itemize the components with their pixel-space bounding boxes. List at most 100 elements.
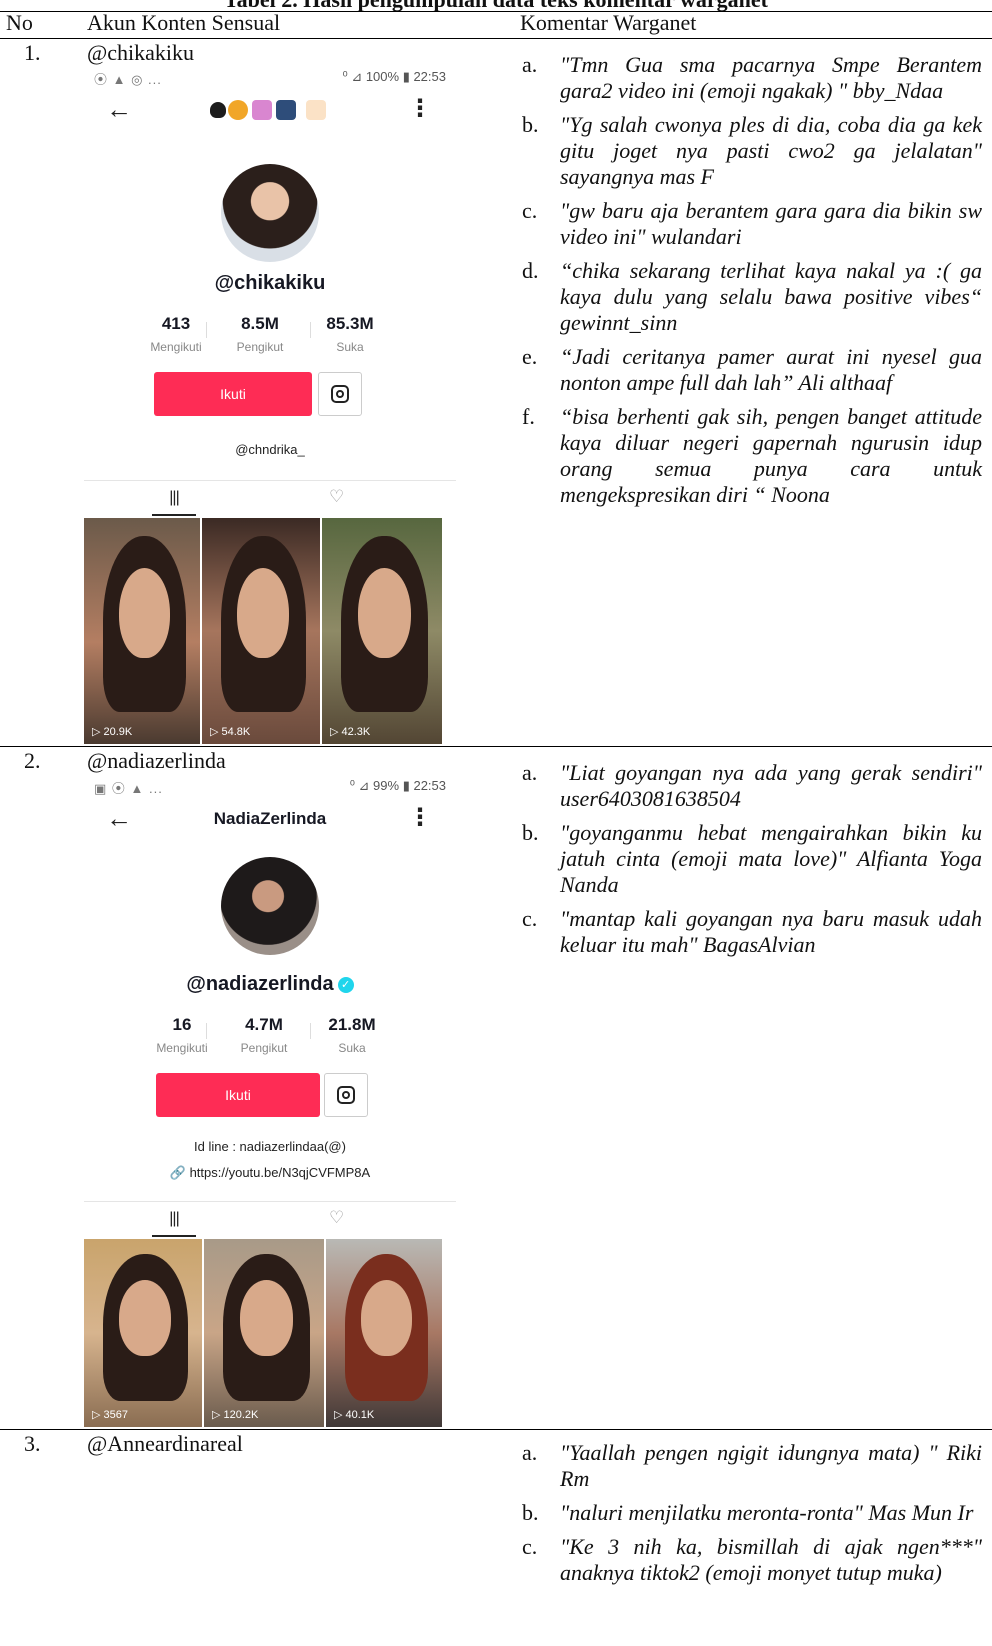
more-options-icon[interactable]: ⋮ (408, 803, 432, 832)
row-rule (0, 1429, 992, 1430)
comment-text: "Yaallah pengen ngigit idungnya mata) " … (560, 1440, 982, 1491)
comment-list: a. "Tmn Gua sma pacarnya Smpe Berantem ga… (520, 52, 982, 516)
comment-item: c. "gw baru aja berantem gara gara dia bi… (520, 198, 982, 250)
follow-button[interactable]: Ikuti (156, 1073, 320, 1117)
stat-label: Suka (336, 340, 364, 354)
view-count: ▷ 20.9K (92, 726, 133, 738)
comment-marker: a. (522, 1440, 538, 1465)
emoji-sticker-icon (252, 100, 272, 120)
status-icons-left: ▣ ⦿ ▲ ... (94, 781, 163, 796)
view-count: ▷ 42.3K (330, 726, 371, 738)
header-no: No (6, 10, 33, 35)
profile-nav: ← ⋮ (84, 92, 456, 132)
comment-marker: d. (522, 258, 539, 283)
comment-text: "Liat goyangan nya ada yang gerak sendir… (560, 760, 982, 811)
more-options-icon[interactable]: ⋮ (408, 94, 432, 123)
video-grid: ▷ 20.9K ▷ 54.8K ▷ 42.3K (84, 518, 456, 744)
emoji-face-icon (228, 100, 248, 120)
comment-marker: b. (522, 112, 539, 137)
profile-screenshot: ▣ ⦿ ▲ ... ⁰ ⊿ 99% ▮ 22:53 ← NadiaZerlind… (84, 775, 456, 1427)
video-thumbnail[interactable]: ▷ 54.8K (202, 518, 320, 744)
follow-button[interactable]: Ikuti (154, 372, 312, 416)
row-number: 2. (24, 748, 41, 773)
stat-label: Pengikut (236, 340, 284, 354)
account-name: @Anneardinareal (87, 1431, 243, 1456)
comment-marker: c. (522, 906, 538, 931)
comment-text: “Jadi ceritanya pamer aurat ini nyesel g… (560, 344, 982, 395)
profile-bio-line: @chndrika_ (235, 442, 305, 457)
view-count: ▷ 40.1K (334, 1409, 375, 1421)
comment-text: "Yg salah cwonya ples di dia, coba dia g… (560, 112, 982, 189)
view-count: ▷ 3567 (92, 1409, 128, 1421)
comment-item: a. "Tmn Gua sma pacarnya Smpe Berantem ga… (520, 52, 982, 104)
comment-item: a. "Liat goyangan nya ada yang gerak send… (520, 760, 982, 812)
profile-link[interactable]: 🔗 https://youtu.be/N3qjCVFMP8A (84, 1165, 456, 1181)
profile-avatar (221, 164, 319, 262)
header-akun: Akun Konten Sensual (87, 10, 281, 35)
account-name: @chikakiku (87, 40, 195, 65)
view-count: ▷ 54.8K (210, 726, 251, 738)
thumbnail-face (240, 1280, 293, 1356)
back-arrow-icon[interactable]: ← (106, 94, 132, 125)
comment-item: b. "Yg salah cwonya ples di dia, coba dia… (520, 112, 982, 190)
comment-text: "Ke 3 nih ka, bismillah di ajak ngen***"… (560, 1534, 982, 1585)
video-thumbnail[interactable]: ▷ 40.1K (326, 1239, 442, 1427)
profile-handle: @chikakiku (214, 272, 326, 294)
stat-likes: 85.3M Suka (300, 314, 400, 354)
instagram-icon[interactable] (324, 1073, 368, 1117)
video-thumbnail[interactable]: ▷ 120.2K (204, 1239, 324, 1427)
row-rule (0, 746, 992, 747)
view-count: ▷ 120.2K (212, 1409, 259, 1421)
videos-grid-tab-icon[interactable]: ||| (154, 1210, 194, 1228)
profile-tabs: ||| ♡ (84, 1201, 456, 1237)
comment-item: c. "Ke 3 nih ka, bismillah di ajak ngen**… (520, 1534, 982, 1586)
stat-value: 21.8M (328, 1015, 376, 1034)
thumbnail-face (118, 567, 170, 659)
row-number: 1. (24, 40, 41, 65)
stat-followers: 4.7M Pengikut (214, 1015, 314, 1055)
comment-text: "gw baru aja berantem gara gara dia biki… (560, 198, 982, 249)
comment-marker: a. (522, 760, 538, 785)
active-tab-underline (152, 1235, 196, 1237)
instagram-icon[interactable] (318, 372, 362, 416)
profile-handle: @nadiazerlinda ✓ (84, 973, 456, 996)
comment-item: b. "naluri menjilatku meronta-ronta" Mas … (520, 1500, 982, 1526)
comment-text: “chika sekarang terlihat kaya nakal ya :… (560, 258, 982, 335)
video-thumbnail[interactable]: ▷ 20.9K (84, 518, 200, 744)
thumbnail-face (237, 567, 290, 659)
comment-marker: c. (522, 198, 538, 223)
comment-marker: c. (522, 1534, 538, 1559)
thumbnail-face (360, 1280, 412, 1356)
liked-videos-tab-icon[interactable]: ♡ (329, 487, 344, 507)
account-name: @nadiazerlinda (87, 748, 226, 773)
verified-badge-icon: ✓ (337, 977, 354, 993)
comment-item: b. "goyanganmu hebat mengairahkan bikin k… (520, 820, 982, 898)
comment-item: e. “Jadi ceritanya pamer aurat ini nyesel… (520, 344, 982, 396)
comment-text: “bisa berhenti gak sih, pengen banget at… (560, 404, 982, 507)
stat-value: 8.5M (241, 314, 279, 333)
status-bar: ⦿ ▲ ◎ ... ⁰ ⊿ 100% ▮ 22:53 (84, 66, 456, 88)
status-bar: ▣ ⦿ ▲ ... ⁰ ⊿ 99% ▮ 22:53 (84, 775, 456, 797)
video-thumbnail[interactable]: ▷ 3567 (84, 1239, 202, 1427)
profile-display-name: NadiaZerlinda (213, 809, 327, 828)
header-komentar: Komentar Warganet (520, 10, 697, 35)
status-icons-left: ⦿ ▲ ◎ ... (94, 72, 162, 87)
handle-text: @nadiazerlinda (186, 973, 334, 995)
videos-grid-tab-icon[interactable]: ||| (154, 489, 194, 507)
header-rule (0, 38, 992, 39)
row-number: 3. (24, 1431, 41, 1456)
status-icons-right: ⁰ ⊿ 100% ▮ 22:53 (342, 69, 447, 84)
stat-value: 4.7M (245, 1015, 283, 1034)
comment-list: a. "Liat goyangan nya ada yang gerak send… (520, 760, 982, 966)
stat-followers: 8.5M Pengikut (210, 314, 310, 354)
emoji-square-icon (306, 100, 326, 120)
profile-tabs: ||| ♡ (84, 480, 456, 516)
video-thumbnail[interactable]: ▷ 42.3K (322, 518, 442, 744)
comment-marker: b. (522, 820, 539, 845)
comment-item: c. "mantap kali goyangan nya baru masuk u… (520, 906, 982, 958)
liked-videos-tab-icon[interactable]: ♡ (329, 1208, 344, 1228)
comment-item: f. “bisa berhenti gak sih, pengen banget … (520, 404, 982, 508)
video-grid: ▷ 3567 ▷ 120.2K ▷ 40.1K (84, 1239, 456, 1427)
comment-text: "goyanganmu hebat mengairahkan bikin ku … (560, 820, 982, 897)
profile-nav: ← NadiaZerlinda ⋮ (84, 801, 456, 841)
